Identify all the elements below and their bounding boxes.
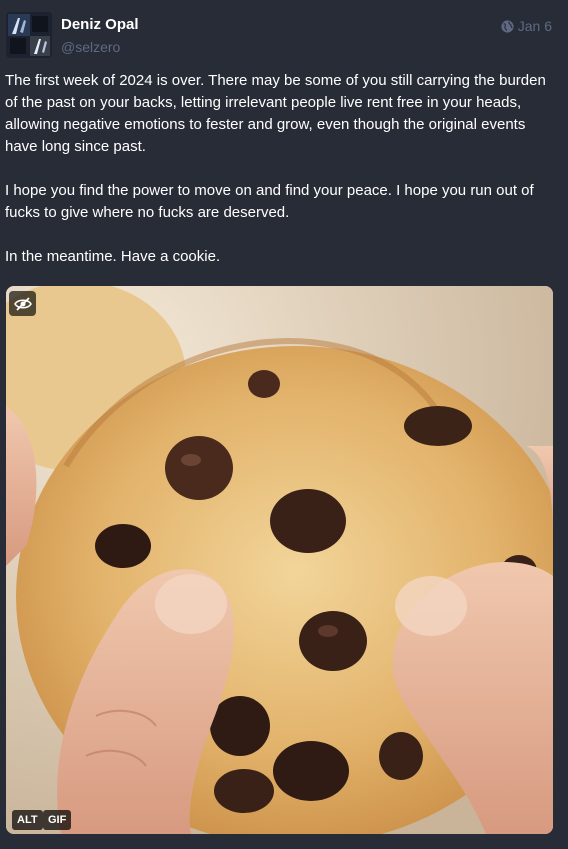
globe-icon [501,19,514,33]
content-paragraph: In the meantime. Have a cookie. [5,248,221,265]
status-content: The first week of 2024 is over. There ma… [5,70,550,290]
content-paragraph: I hope you find the power to move on and… [5,182,534,221]
status-timestamp[interactable]: Jan 6 [501,18,552,34]
content-paragraph: The first week of 2024 is over. There ma… [5,72,546,155]
display-name[interactable]: Deniz Opal [61,16,139,33]
status-post: Deniz Opal @selzero Jan 6 The first week… [0,0,568,849]
status-date: Jan 6 [517,18,552,34]
gif-badge: GIF [43,810,72,830]
alt-text-badge[interactable]: ALT [12,810,43,830]
avatar-image [6,12,52,58]
hide-media-button[interactable] [9,291,36,316]
eye-slash-icon [13,296,32,311]
avatar[interactable] [6,12,52,58]
account-handle: @selzero [61,39,121,55]
media-attachment[interactable] [6,286,553,834]
cookie-image [6,286,553,834]
